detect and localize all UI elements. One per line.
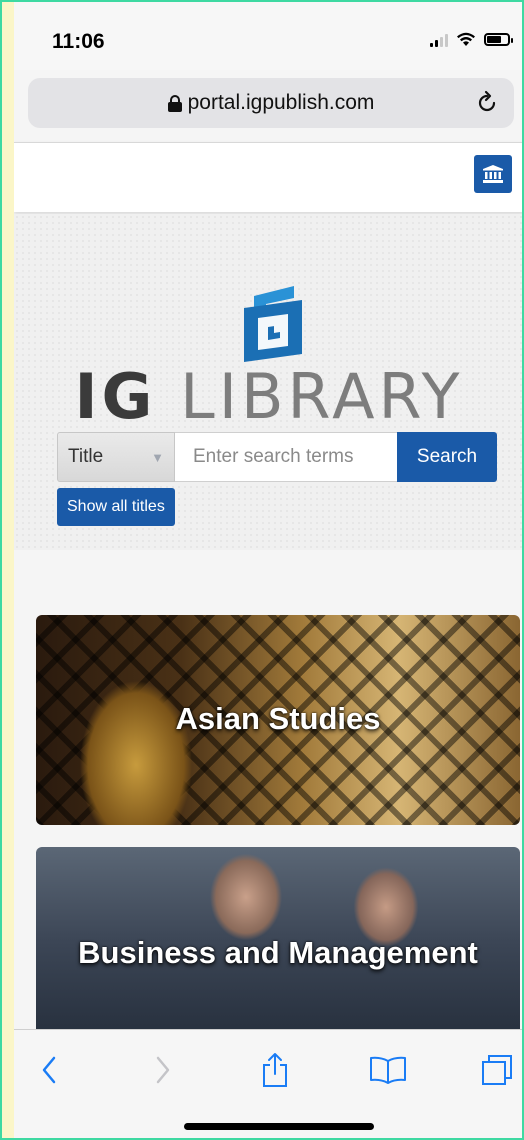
home-indicator <box>184 1123 374 1130</box>
institution-building-icon <box>483 165 503 183</box>
search-input-placeholder: Enter search terms <box>193 446 354 467</box>
tabs-icon <box>482 1055 512 1085</box>
reload-icon[interactable] <box>474 90 500 116</box>
hero-section: IG LIBRARY Title ▼ Enter search terms Se… <box>14 214 522 550</box>
forward-button[interactable] <box>146 1050 180 1090</box>
tabs-button[interactable] <box>480 1050 514 1090</box>
search-form: Title ▼ Enter search terms Search <box>57 432 497 482</box>
chevron-down-icon: ▼ <box>151 449 164 465</box>
share-button[interactable] <box>258 1050 292 1090</box>
category-card-asian-studies[interactable]: Asian Studies <box>36 615 520 825</box>
search-input[interactable]: Enter search terms <box>175 432 397 482</box>
category-card-business-management[interactable]: Business and Management <box>36 847 520 1057</box>
search-button[interactable]: Search <box>397 432 497 482</box>
site-header <box>14 142 522 212</box>
status-bar: 11:06 <box>14 2 522 70</box>
device-frame: 11:06 portal.igpublish.com IG LIBRARY Ti… <box>0 0 524 1140</box>
url-text: portal.igpublish.com <box>187 91 375 114</box>
show-all-titles-button[interactable]: Show all titles <box>57 488 175 526</box>
logo-library: LIBRARY <box>180 360 464 433</box>
search-field-select-value: Title <box>68 446 104 467</box>
phone-screen: 11:06 portal.igpublish.com IG LIBRARY Ti… <box>14 2 522 1138</box>
browser-toolbar <box>14 1029 522 1138</box>
back-icon <box>42 1056 56 1084</box>
back-button[interactable] <box>32 1050 66 1090</box>
bookmarks-button[interactable] <box>368 1050 408 1090</box>
lock-icon <box>167 94 182 112</box>
logo-ig: IG <box>74 360 157 433</box>
address-bar[interactable]: portal.igpublish.com <box>28 78 514 128</box>
category-label: Asian Studies <box>175 701 381 736</box>
institution-button[interactable] <box>474 155 512 193</box>
bookmarks-icon <box>370 1056 406 1084</box>
ig-library-logo-text: IG LIBRARY <box>14 360 522 433</box>
status-icons <box>430 32 513 47</box>
battery-icon <box>484 33 513 46</box>
forward-icon <box>156 1056 170 1084</box>
wifi-icon <box>457 32 475 46</box>
status-time: 11:06 <box>52 30 105 53</box>
share-icon <box>263 1053 287 1087</box>
cellular-signal-icon <box>430 33 448 47</box>
search-field-select[interactable]: Title ▼ <box>57 432 175 482</box>
ig-library-logo-mark <box>244 286 302 362</box>
category-label: Business and Management <box>78 935 478 970</box>
